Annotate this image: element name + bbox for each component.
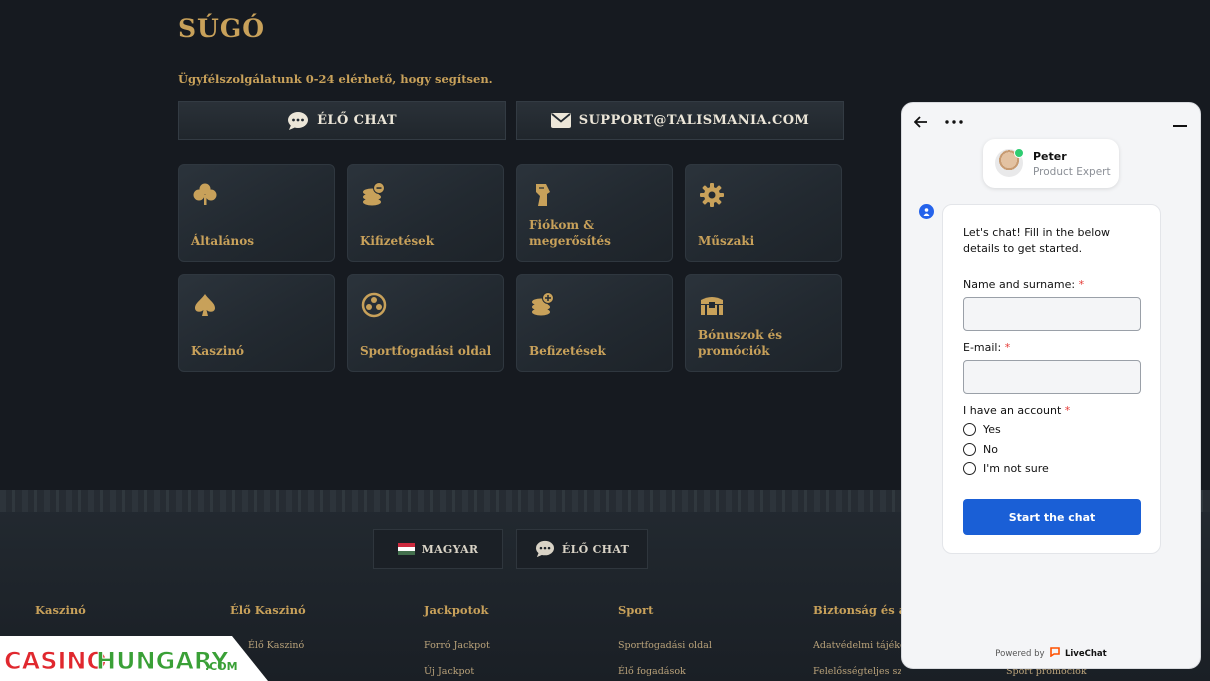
category-label: Bónuszok és promóciók	[698, 328, 783, 358]
form-intro: Let's chat! Fill in the below details to…	[963, 226, 1111, 255]
account-label-text: I have an account	[963, 404, 1062, 417]
radio-circle-icon	[963, 423, 976, 436]
more-options-icon[interactable]	[945, 120, 963, 124]
footer-live-chat-button[interactable]: ÉLŐ CHAT	[516, 529, 648, 569]
minimize-icon[interactable]	[1173, 125, 1187, 127]
language-label: MAGYAR	[421, 542, 479, 556]
casino-hungary-logo: CASINO HUNGARY .COM	[0, 636, 268, 681]
hungarian-flag-icon	[397, 543, 415, 555]
category-label: Fiókom & megerősítés	[529, 218, 611, 248]
ball-icon	[361, 292, 387, 318]
radio-no[interactable]: No	[963, 443, 998, 456]
gear-icon	[700, 183, 724, 207]
svg-text:.COM: .COM	[205, 660, 238, 673]
coins-icon	[363, 182, 385, 206]
footer-link[interactable]: Adatvédelmi tájékozt	[813, 640, 901, 651]
footer-heading-jackpots: Jackpotok	[424, 603, 489, 617]
radio-circle-icon	[963, 443, 976, 456]
required-mark: *	[1064, 404, 1071, 417]
agent-role: Product Expert	[1033, 166, 1111, 178]
radio-yes[interactable]: Yes	[963, 423, 1001, 436]
powered-by-text: Powered by	[995, 649, 1045, 659]
category-label: Kaszinó	[191, 344, 245, 358]
coins-plus-icon	[532, 292, 554, 316]
spade-icon	[195, 294, 215, 316]
back-arrow-icon[interactable]	[914, 116, 928, 128]
footer-link[interactable]: Felelősségteljes szerencsejáték	[813, 666, 901, 677]
clover-icon	[193, 183, 217, 205]
help-page: SÚGÓ Ügyfélszolgálatunk 0-24 elérhető, h…	[0, 0, 1210, 681]
prechat-form: Let's chat! Fill in the below details to…	[942, 204, 1161, 554]
bot-avatar-icon	[919, 204, 934, 219]
footer-heading-security: Biztonság és adat	[813, 603, 901, 617]
radio-circle-icon	[963, 462, 976, 475]
envelope-icon	[550, 113, 571, 128]
footer-link[interactable]: Forró Jackpot	[424, 640, 490, 651]
footer-link[interactable]: Sportfogadási oldal	[618, 640, 712, 651]
required-mark: *	[1004, 341, 1011, 354]
footer-link[interactable]: Új Jackpot	[424, 666, 474, 677]
radio-label: No	[983, 443, 998, 456]
email-label: E-mail: *	[963, 341, 1010, 354]
account-label: I have an account *	[963, 404, 1070, 417]
livechat-brand[interactable]: LiveChat	[1065, 649, 1107, 659]
category-general[interactable]: Általános	[178, 164, 335, 262]
page-subtitle: Ügyfélszolgálatunk 0-24 elérhető, hogy s…	[178, 72, 493, 86]
radio-label: Yes	[983, 423, 1001, 436]
category-technical[interactable]: Műszaki	[685, 164, 842, 262]
footer-link[interactable]: Élő fogadások	[618, 666, 686, 677]
category-casino[interactable]: Kaszinó	[178, 274, 335, 372]
category-label: Befizetések	[529, 344, 606, 358]
chest-icon	[701, 297, 723, 315]
category-label: Műszaki	[698, 234, 755, 248]
svg-text:CASINO: CASINO	[4, 647, 107, 675]
online-status-icon	[1014, 148, 1024, 158]
name-label-text: Name and surname:	[963, 278, 1076, 291]
start-chat-button[interactable]: Start the chat	[963, 499, 1141, 535]
category-label: Sportfogadási oldal	[360, 344, 492, 358]
live-chat-button[interactable]: ÉLŐ CHAT	[178, 101, 506, 140]
footer-live-chat-label: ÉLŐ CHAT	[561, 542, 630, 556]
page-title: SÚGÓ	[178, 14, 265, 43]
language-selector[interactable]: MAGYAR	[373, 529, 503, 569]
radio-label: I'm not sure	[983, 462, 1049, 475]
category-deposits[interactable]: Befizetések	[516, 274, 673, 372]
category-account-verification[interactable]: Fiókom & megerősítés	[516, 164, 673, 262]
footer-heading-casino: Kaszinó	[35, 603, 86, 617]
category-label: Kifizetések	[360, 234, 435, 248]
required-mark: *	[1078, 278, 1085, 291]
category-bonuses[interactable]: Bónuszok és promóciók	[685, 274, 842, 372]
email-support-button[interactable]: SUPPORT@TALISMANIA.COM	[516, 101, 844, 140]
email-label-text: E-mail:	[963, 341, 1002, 354]
category-sportsbook[interactable]: Sportfogadási oldal	[347, 274, 504, 372]
live-chat-label: ÉLŐ CHAT	[317, 113, 397, 128]
category-label: Általános	[191, 234, 255, 248]
name-input[interactable]	[963, 297, 1141, 331]
livechat-logo-icon	[1050, 647, 1061, 658]
footer-heading-live-casino: Élő Kaszinó	[230, 603, 306, 617]
powered-by: Powered by LiveChat	[902, 647, 1200, 659]
email-input[interactable]	[963, 360, 1141, 394]
radio-not-sure[interactable]: I'm not sure	[963, 462, 1049, 475]
email-support-label: SUPPORT@TALISMANIA.COM	[578, 113, 810, 128]
name-label: Name and surname: *	[963, 278, 1084, 291]
chat-bubble-icon	[288, 111, 309, 130]
category-payouts[interactable]: Kifizetések	[347, 164, 504, 262]
pharaoh-icon	[536, 184, 550, 206]
footer-heading-sport: Sport	[618, 603, 654, 617]
agent-card: Peter Product Expert	[983, 139, 1119, 188]
chat-header	[902, 103, 1200, 139]
livechat-widget: Peter Product Expert Let's chat! Fill in…	[901, 102, 1201, 669]
chat-bubble-icon	[535, 540, 554, 558]
agent-name: Peter	[1033, 150, 1067, 163]
